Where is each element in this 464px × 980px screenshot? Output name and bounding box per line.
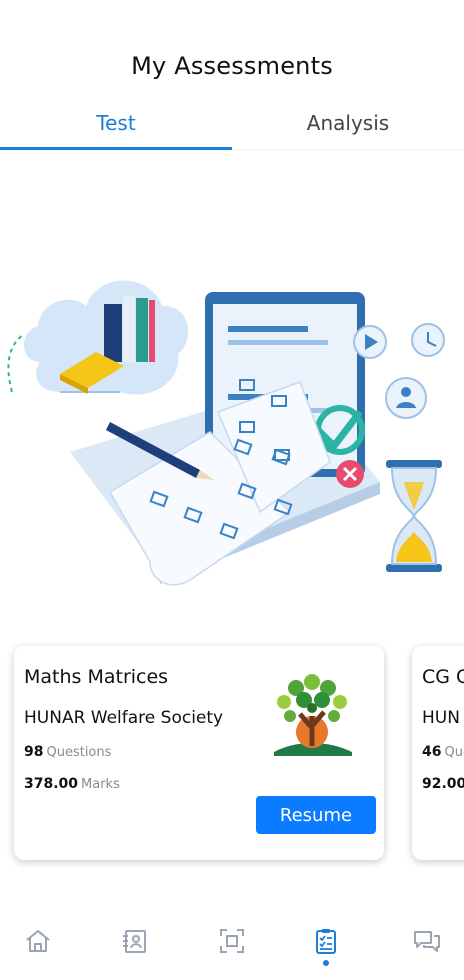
assessment-title: CG G [422, 666, 464, 688]
assessment-card-list: Maths Matrices HUNAR Welfare Society 98 Q… [0, 640, 464, 870]
tab-analysis[interactable]: Analysis [232, 104, 464, 150]
organization-name: HUN [422, 708, 460, 728]
organization-logo-icon [274, 674, 352, 756]
nav-scan[interactable] [217, 926, 247, 956]
profile-card-icon [123, 930, 146, 953]
active-nav-indicator [323, 960, 329, 966]
assessment-illustration [7, 280, 445, 586]
bottom-navigation [0, 918, 464, 980]
resume-button[interactable]: Resume [256, 796, 376, 834]
tab-test[interactable]: Test [0, 104, 232, 150]
assessment-card[interactable]: Maths Matrices HUNAR Welfare Society 98 Q… [14, 646, 384, 860]
marks-label: Marks [81, 777, 120, 792]
marks-value: 378.00 [24, 776, 79, 792]
nav-assessments[interactable] [311, 926, 341, 956]
page-title: My Assessments [131, 52, 333, 80]
chat-icon [414, 931, 440, 952]
nav-chat[interactable] [412, 926, 442, 956]
marks-info: 378.00 Marks [24, 776, 120, 792]
tab-bar: Test Analysis [0, 104, 464, 150]
questions-info: 46Que [422, 744, 464, 760]
active-tab-indicator [0, 147, 232, 150]
scan-icon [220, 929, 244, 953]
questions-count: 46 [422, 744, 442, 760]
assessment-title: Maths Matrices [24, 666, 169, 688]
nav-profile[interactable] [120, 926, 150, 956]
assessment-card[interactable]: CG G HUN 46Que 92.00 [412, 646, 464, 860]
assessment-clipboard-icon [316, 929, 336, 954]
marks-info: 92.00 [422, 776, 464, 792]
home-icon [26, 930, 50, 952]
questions-info: 98 Questions [24, 744, 111, 760]
nav-home[interactable] [23, 926, 53, 956]
questions-label: Que [444, 745, 464, 760]
questions-label: Questions [46, 745, 112, 760]
questions-count: 98 [24, 744, 44, 760]
tab-divider [232, 149, 464, 150]
organization-name: HUNAR Welfare Society [24, 708, 224, 728]
marks-value: 92.00 [422, 776, 464, 792]
